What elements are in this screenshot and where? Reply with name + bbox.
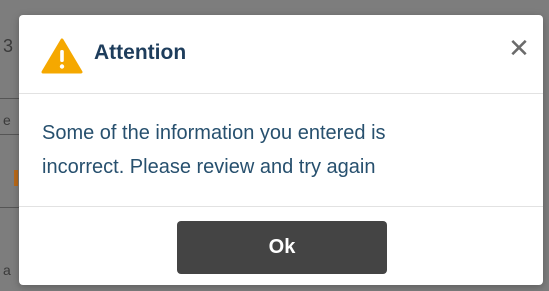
background-divider	[0, 207, 20, 208]
background-text-fragment: a	[3, 262, 11, 278]
dialog-header: Attention ✕	[19, 15, 543, 94]
dialog-message: Some of the information you entered is i…	[42, 116, 502, 184]
message-line: Some of the information you entered is	[42, 122, 386, 144]
dialog-title: Attention	[94, 41, 187, 64]
ok-button[interactable]: Ok	[177, 221, 387, 274]
background-text-fragment: e	[3, 112, 11, 128]
dialog-body: Some of the information you entered is i…	[19, 94, 543, 207]
attention-dialog: Attention ✕ Some of the information you …	[19, 15, 543, 285]
background-accent	[14, 170, 18, 186]
warning-icon	[41, 38, 83, 74]
background-divider	[0, 134, 20, 135]
close-icon[interactable]: ✕	[507, 36, 531, 62]
background-divider	[0, 98, 20, 99]
background-text-fragment: 3	[3, 36, 14, 56]
message-line: incorrect. Please review and try again	[42, 156, 376, 178]
